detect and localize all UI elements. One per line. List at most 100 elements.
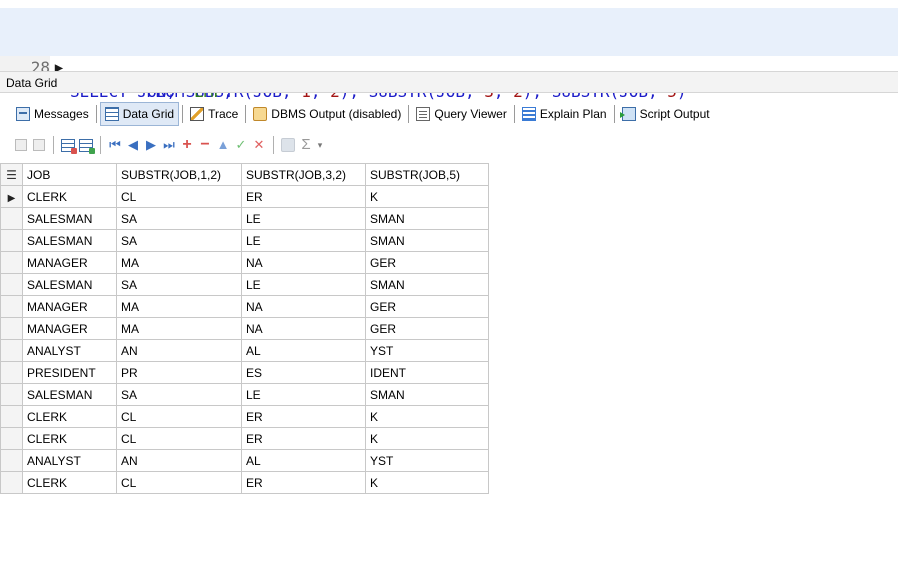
grid-cell[interactable]: SALESMAN	[22, 207, 117, 230]
grid-cell[interactable]: SMAN	[365, 229, 489, 252]
table-row[interactable]: ANALYST AN AL YST	[0, 449, 489, 472]
print-preview-icon[interactable]	[30, 136, 48, 154]
grid-cell[interactable]: SA	[116, 273, 242, 296]
table-row[interactable]: SALESMAN SA LE SMAN	[0, 273, 489, 296]
refresh-icon[interactable]	[279, 136, 297, 154]
editor-line-28[interactable]: 28 FROM EMP;	[0, 32, 898, 101]
row-indicator[interactable]: ▶	[0, 185, 23, 208]
row-indicator[interactable]	[0, 251, 23, 274]
table-row[interactable]: SALESMAN SA LE SMAN	[0, 207, 489, 230]
grid-cell[interactable]: CLERK	[22, 185, 117, 208]
grid-cell[interactable]: MANAGER	[22, 295, 117, 318]
tab-query-viewer[interactable]: Query Viewer	[412, 103, 510, 125]
grid-cell[interactable]: CL	[116, 405, 242, 428]
table-row[interactable]: ANALYST AN AL YST	[0, 339, 489, 362]
grid-cell[interactable]: SA	[116, 229, 242, 252]
row-indicator[interactable]	[0, 449, 23, 472]
grid-cell[interactable]: ANALYST	[22, 339, 117, 362]
grid-cell[interactable]: NA	[241, 295, 366, 318]
grid-cell[interactable]: NA	[241, 251, 366, 274]
tab-script-output[interactable]: Script Output	[618, 103, 714, 125]
delete-record-icon[interactable]: −	[196, 136, 214, 154]
grid-cell[interactable]: MA	[116, 317, 242, 340]
row-indicator[interactable]	[0, 471, 23, 494]
row-indicator[interactable]	[0, 295, 23, 318]
chevron-down-icon[interactable]: ▾	[315, 136, 325, 154]
grid-cell[interactable]: MA	[116, 251, 242, 274]
cancel-edit-icon[interactable]: ✕	[250, 136, 268, 154]
tab-explain-plan[interactable]: Explain Plan	[518, 103, 611, 125]
grid-cell[interactable]: CL	[116, 427, 242, 450]
prior-record-icon[interactable]: ◀	[124, 136, 142, 154]
grid-cell[interactable]: LE	[241, 273, 366, 296]
grid-cell[interactable]: NA	[241, 317, 366, 340]
grid-cell[interactable]: MANAGER	[22, 251, 117, 274]
insert-record-icon[interactable]: +	[178, 136, 196, 154]
grid-cell[interactable]: ES	[241, 361, 366, 384]
column-header-substr-3-2[interactable]: SUBSTR(JOB,3,2)	[241, 163, 366, 186]
column-header-job[interactable]: JOB	[22, 163, 117, 186]
grid-cell[interactable]: SALESMAN	[22, 273, 117, 296]
row-indicator-header[interactable]: ☰	[0, 163, 23, 186]
table-row[interactable]: MANAGER MA NA GER	[0, 251, 489, 274]
grid-cell[interactable]: LE	[241, 207, 366, 230]
tab-messages[interactable]: Messages	[12, 103, 93, 125]
grid-cell[interactable]: K	[365, 405, 489, 428]
table-row[interactable]: CLERK CL ER K	[0, 405, 489, 428]
grid-cell[interactable]: GER	[365, 295, 489, 318]
results-grid[interactable]: ☰ JOB SUBSTR(JOB,1,2) SUBSTR(JOB,3,2) SU…	[0, 163, 489, 494]
export-grid-icon[interactable]	[59, 136, 77, 154]
grid-cell[interactable]: GER	[365, 251, 489, 274]
table-row[interactable]: CLERK CL ER K	[0, 427, 489, 450]
grid-cell[interactable]: AL	[241, 449, 366, 472]
grid-cell[interactable]: AN	[116, 449, 242, 472]
tab-data-grid[interactable]: Data Grid	[99, 102, 180, 126]
grid-cell[interactable]: SA	[116, 383, 242, 406]
grid-cell[interactable]: CL	[116, 471, 242, 494]
row-indicator[interactable]	[0, 427, 23, 450]
grid-cell[interactable]: CL	[116, 185, 242, 208]
grid-cell[interactable]: CLERK	[22, 471, 117, 494]
sql-editor[interactable]: 27 ▶ SELECT JOB, SUBSTR(JOB, 1, 2), SUBS…	[0, 0, 898, 101]
grid-cell[interactable]: LE	[241, 383, 366, 406]
grid-cell[interactable]: K	[365, 427, 489, 450]
row-indicator[interactable]	[0, 273, 23, 296]
import-grid-icon[interactable]	[77, 136, 95, 154]
grid-cell[interactable]: SALESMAN	[22, 383, 117, 406]
grid-cell[interactable]: SA	[116, 207, 242, 230]
table-row[interactable]: ▶ CLERK CL ER K	[0, 185, 489, 208]
row-indicator[interactable]	[0, 207, 23, 230]
grid-cell[interactable]: K	[365, 185, 489, 208]
edit-record-icon[interactable]: ▲	[214, 136, 232, 154]
row-indicator[interactable]	[0, 405, 23, 428]
grid-cell[interactable]: SMAN	[365, 383, 489, 406]
last-record-icon[interactable]: ⏭	[160, 136, 178, 154]
row-indicator[interactable]	[0, 383, 23, 406]
grid-cell[interactable]: AN	[116, 339, 242, 362]
grid-cell[interactable]: ER	[241, 405, 366, 428]
grid-cell[interactable]: PRESIDENT	[22, 361, 117, 384]
grid-cell[interactable]: GER	[365, 317, 489, 340]
grid-cell[interactable]: IDENT	[365, 361, 489, 384]
row-indicator[interactable]	[0, 317, 23, 340]
table-row[interactable]: SALESMAN SA LE SMAN	[0, 383, 489, 406]
grid-cell[interactable]: ANALYST	[22, 449, 117, 472]
row-indicator[interactable]	[0, 229, 23, 252]
grid-cell[interactable]: PR	[116, 361, 242, 384]
grid-cell[interactable]: AL	[241, 339, 366, 362]
print-icon[interactable]	[12, 136, 30, 154]
grid-cell[interactable]: SMAN	[365, 273, 489, 296]
row-indicator[interactable]	[0, 361, 23, 384]
grid-cell[interactable]: LE	[241, 229, 366, 252]
grid-cell[interactable]: SMAN	[365, 207, 489, 230]
table-row[interactable]: MANAGER MA NA GER	[0, 295, 489, 318]
grid-cell[interactable]: ER	[241, 471, 366, 494]
table-row[interactable]: SALESMAN SA LE SMAN	[0, 229, 489, 252]
editor-line-27[interactable]: 27 ▶ SELECT JOB, SUBSTR(JOB, 1, 2), SUBS…	[0, 8, 898, 101]
grid-cell[interactable]: YST	[365, 449, 489, 472]
first-record-icon[interactable]: ⏮	[106, 136, 124, 154]
tab-trace[interactable]: Trace	[186, 103, 242, 125]
table-row[interactable]: PRESIDENT PR ES IDENT	[0, 361, 489, 384]
sigma-icon[interactable]: Σ	[297, 136, 315, 154]
grid-cell[interactable]: K	[365, 471, 489, 494]
